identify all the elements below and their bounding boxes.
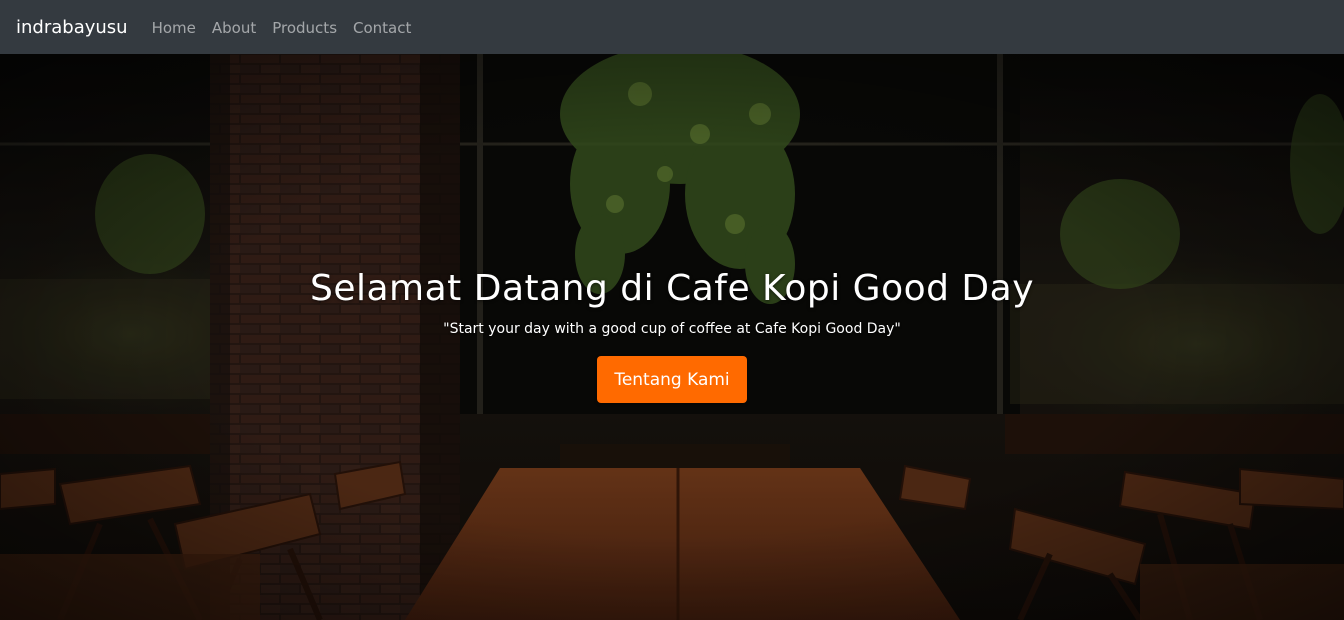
- navbar-brand[interactable]: indrabayusu: [16, 17, 128, 38]
- hero-quote: "Start your day with a good cup of coffe…: [443, 321, 901, 337]
- hero-title: Selamat Datang di Cafe Kopi Good Day: [309, 268, 1035, 309]
- nav-link-home[interactable]: Home: [152, 19, 196, 37]
- nav-link-products[interactable]: Products: [272, 19, 337, 37]
- hero-section: Selamat Datang di Cafe Kopi Good Day "St…: [0, 54, 1344, 620]
- nav-link-contact[interactable]: Contact: [353, 19, 411, 37]
- navbar: indrabayusu Home About Products Contact: [0, 0, 1344, 54]
- nav-links: Home About Products Contact: [152, 18, 412, 37]
- nav-link-about[interactable]: About: [212, 19, 256, 37]
- tentang-kami-button[interactable]: Tentang Kami: [597, 356, 747, 403]
- hero-content: Selamat Datang di Cafe Kopi Good Day "St…: [0, 54, 1344, 620]
